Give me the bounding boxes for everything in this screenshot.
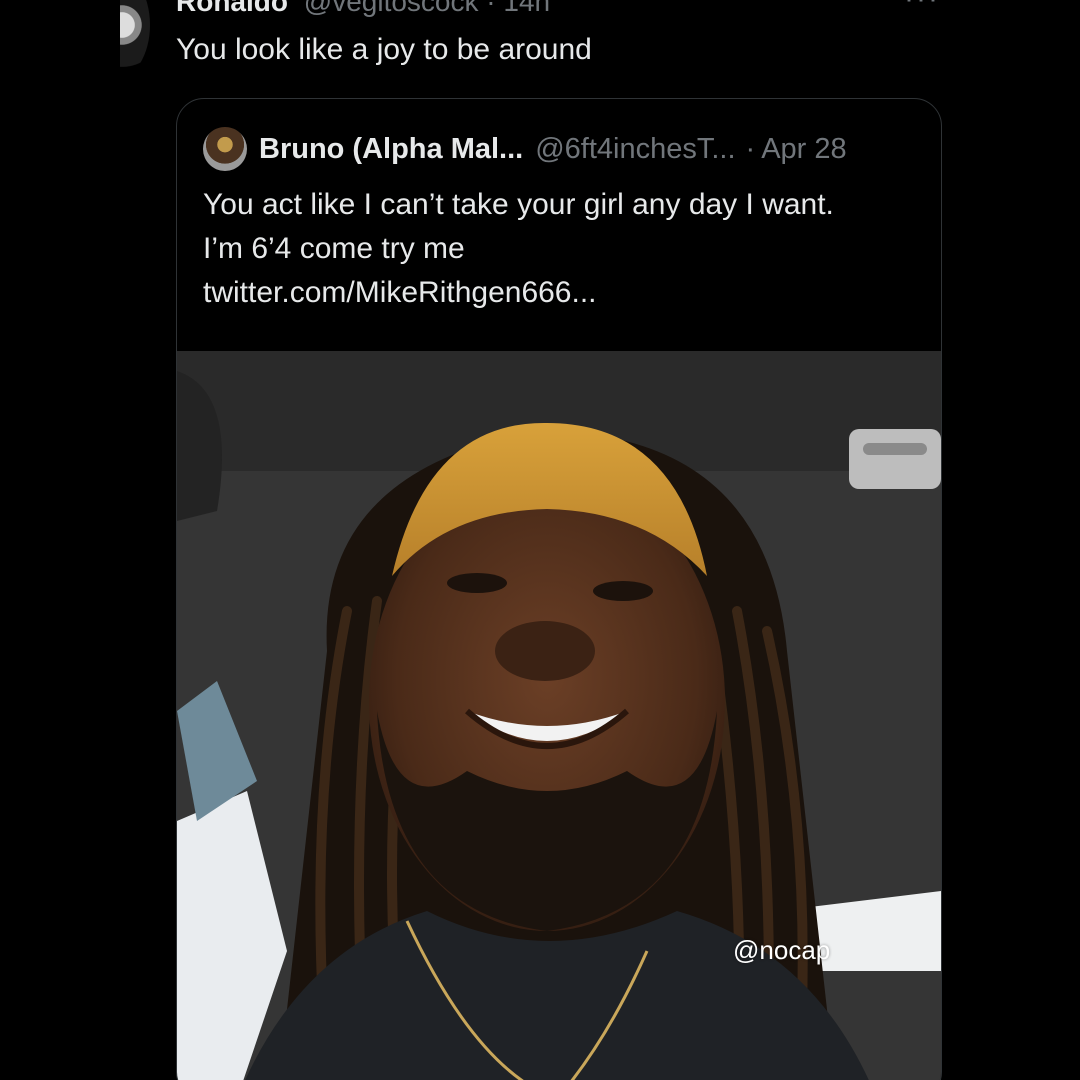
quoted-author-handle[interactable]: @6ft4inchesT... (535, 133, 735, 166)
quoted-tweet-card[interactable]: Bruno (Alpha Mal... @6ft4inchesT... · Ap… (176, 98, 942, 1080)
reply-author-name[interactable]: Ronaldo (176, 0, 288, 17)
quoted-tweet-header: Bruno (Alpha Mal... @6ft4inchesT... · Ap… (203, 127, 847, 171)
quoted-avatar[interactable] (203, 127, 247, 171)
separator-dot: · (745, 132, 756, 165)
quoted-author-name[interactable]: Bruno (Alpha Mal... (259, 133, 523, 166)
quoted-date[interactable]: Apr 28 (761, 133, 846, 166)
reply-header: Ronaldo @vegitoscock · 14h (176, 0, 550, 18)
reply-avatar[interactable] (120, 0, 150, 80)
tweet-photo[interactable]: @nocap (177, 351, 941, 1080)
quoted-link[interactable]: twitter.com/MikeRithgen666... (203, 271, 923, 315)
watermark: @nocap (733, 935, 831, 965)
selfie-illustration (177, 351, 941, 1080)
quoted-text-line: You act like I can’t take your girl any … (203, 188, 834, 221)
quoted-text-line: I’m 6’4 come try me (203, 232, 465, 265)
quoted-tweet-text: You act like I can’t take your girl any … (203, 183, 923, 315)
reply-author-handle[interactable]: @vegitoscock · 14h (304, 0, 550, 17)
reply-text: You look like a joy to be around (176, 33, 592, 66)
more-options-icon[interactable]: ··· (904, 0, 940, 16)
tweet-screen: Ronaldo @vegitoscock · 14h ··· You look … (120, 0, 950, 1080)
